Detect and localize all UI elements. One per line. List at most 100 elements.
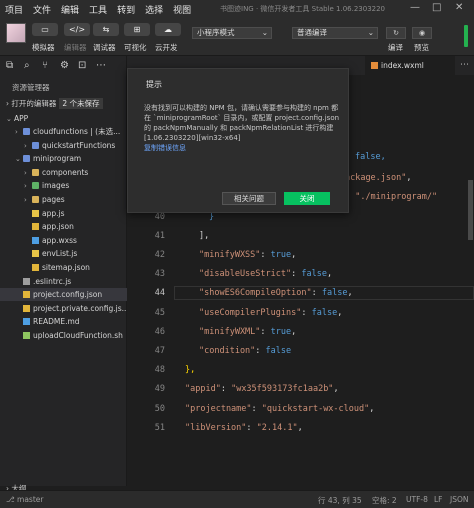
code-line: "libVersion": "2.14.1", [185,423,303,433]
line-ending[interactable]: LF [434,495,443,504]
menu-item-edit[interactable]: 编辑 [56,3,84,16]
file-tree-label: images [42,181,70,191]
minimize-button[interactable]: — [410,2,420,13]
file-icon [23,332,30,339]
editor-scrollbar[interactable] [468,180,473,240]
file-tree-item[interactable]: › components [0,166,127,179]
menu-item-project[interactable]: 项目 [0,3,28,16]
menu-item-view[interactable]: 视图 [168,3,196,16]
code-token: : [246,422,257,433]
preview-label: 预览 [414,43,429,52]
file-tree-item[interactable]: README.md [0,315,127,328]
chevron-down-icon: ⌄ [367,28,374,37]
file-tree-label: app.wxss [42,235,77,245]
menu-item-file[interactable]: 文件 [28,3,56,16]
file-tree-item[interactable]: › quickstartFunctions [0,139,127,152]
chevron-right-icon: › [24,168,27,177]
more-icon[interactable]: ⋯ [460,60,469,70]
menu-bar: 项目 文件 编辑 工具 转到 选择 视图 书图迹ING · 微信开发者工具 St… [0,0,474,19]
dialog-title: 提示 [146,80,162,89]
file-tree-label: project.config.json [33,290,103,300]
code-line: }, [185,365,195,375]
language-mode[interactable]: JSON [450,495,469,504]
folder-icon [23,155,30,163]
chevron-right-icon: › [24,182,27,191]
tab-index-wxml[interactable]: index.wxml [365,56,455,75]
eye-icon: ◉ [418,29,426,37]
file-tree-label: README.md [33,317,80,327]
file-tree-label: components [42,167,89,177]
cursor-position[interactable]: 行 43, 列 35 [318,495,362,506]
code-token: }, [185,365,196,376]
file-tree-item[interactable]: app.json [0,220,127,233]
open-editors-row[interactable]: › 打开的编辑器 2 个未保存 [6,98,103,109]
visual-toggle[interactable]: ⊞ [124,23,150,36]
files-icon[interactable]: ⧉ [6,60,13,71]
debugger-label: 调试器 [93,43,116,52]
maximize-button[interactable]: □ [432,2,441,13]
cloud-toggle[interactable]: ☁ [155,23,181,36]
related-issues-button[interactable]: 相关问题 [222,192,276,205]
extensions-icon[interactable]: ⊡ [78,60,86,71]
file-tree-item[interactable]: sitemap.json [0,261,127,274]
file-tree-item[interactable]: app.wxss [0,234,127,247]
line-number: 49 [154,384,165,395]
menu-item-tools[interactable]: 工具 [84,3,112,16]
preview-button[interactable]: ◉ [412,27,432,39]
file-tree-item[interactable]: ⌄ miniprogram [0,152,127,165]
mode-select[interactable]: 小程序模式 ⌄ [192,27,272,39]
compile-select[interactable]: 普通编译 ⌄ [292,27,378,39]
file-tree-label: pages [42,195,65,204]
editor-toggle[interactable]: </> [64,23,90,36]
file-tree-item[interactable]: envList.js [0,247,127,260]
file-tree-item[interactable]: .eslintrc.js [0,275,127,288]
file-tree-label: project.private.config.js... [33,303,127,313]
code-token: true [270,326,292,337]
cloud-label: 云开发 [155,43,178,52]
code-token: , [326,269,333,280]
line-number: 44 [154,288,165,299]
git-icon[interactable]: ⑂ [42,60,48,71]
code-token: "appid" [185,384,221,395]
code-token: , [337,307,343,318]
file-tree-item[interactable]: project.private.config.js... [0,302,127,315]
menu-item-select[interactable]: 选择 [140,3,168,16]
indent-setting[interactable]: 空格: 2 [372,495,397,506]
code-line: "minifyWXSS": true, [199,250,296,260]
file-tree-item[interactable]: › pages [0,193,127,206]
editor-label: 编辑器 [64,43,87,52]
avatar[interactable] [6,23,26,43]
close-window-button[interactable]: ✕ [455,2,463,13]
folder-icon [32,182,39,190]
menu-item-goto[interactable]: 转到 [112,3,140,16]
code-token: "disableUseStrict" [199,269,292,280]
code-token: , [291,326,297,337]
code-token: "projectname" [185,403,252,414]
code-line: "projectname": "quickstart-wx-cloud", [185,404,374,414]
file-tree-item[interactable]: › images [0,179,127,192]
close-button[interactable]: 关闭 [284,192,330,205]
code-token: , [347,288,353,299]
folder-icon [32,141,39,149]
simulator-label: 模拟器 [32,43,55,52]
more-icon[interactable]: ⋯ [96,60,106,71]
simulator-toggle[interactable]: ▭ [32,23,58,36]
code-fragment: false, [355,152,386,162]
file-tree-item[interactable]: app.js [0,207,127,220]
debugger-toggle[interactable]: ⇆ [93,23,119,36]
project-root[interactable]: ⌄ APP [0,112,127,125]
chevron-right-icon: › [15,128,18,136]
file-tree-item[interactable]: uploadCloudFunction.sh [0,329,127,342]
visual-label: 可视化 [124,43,147,52]
branch-indicator[interactable]: ⎇ master [6,495,43,504]
compile-button[interactable]: ↻ [386,27,406,39]
status-bar: ⎇ master 行 43, 列 35 空格: 2 UTF-8 LF JSON [0,490,474,508]
file-tree-item[interactable]: › cloudfunctions | (未选... [0,125,127,138]
debug-icon[interactable]: ⚙ [60,60,69,71]
window-title: 书图迹ING · 微信开发者工具 Stable 1.06.2303220 [220,5,386,13]
search-icon[interactable]: ⌕ [24,60,30,71]
encoding[interactable]: UTF-8 [406,495,428,504]
file-tree-item[interactable]: project.config.json [0,288,127,302]
copy-error-link[interactable]: 复制错误信息 [144,144,186,152]
file-icon [32,250,39,258]
